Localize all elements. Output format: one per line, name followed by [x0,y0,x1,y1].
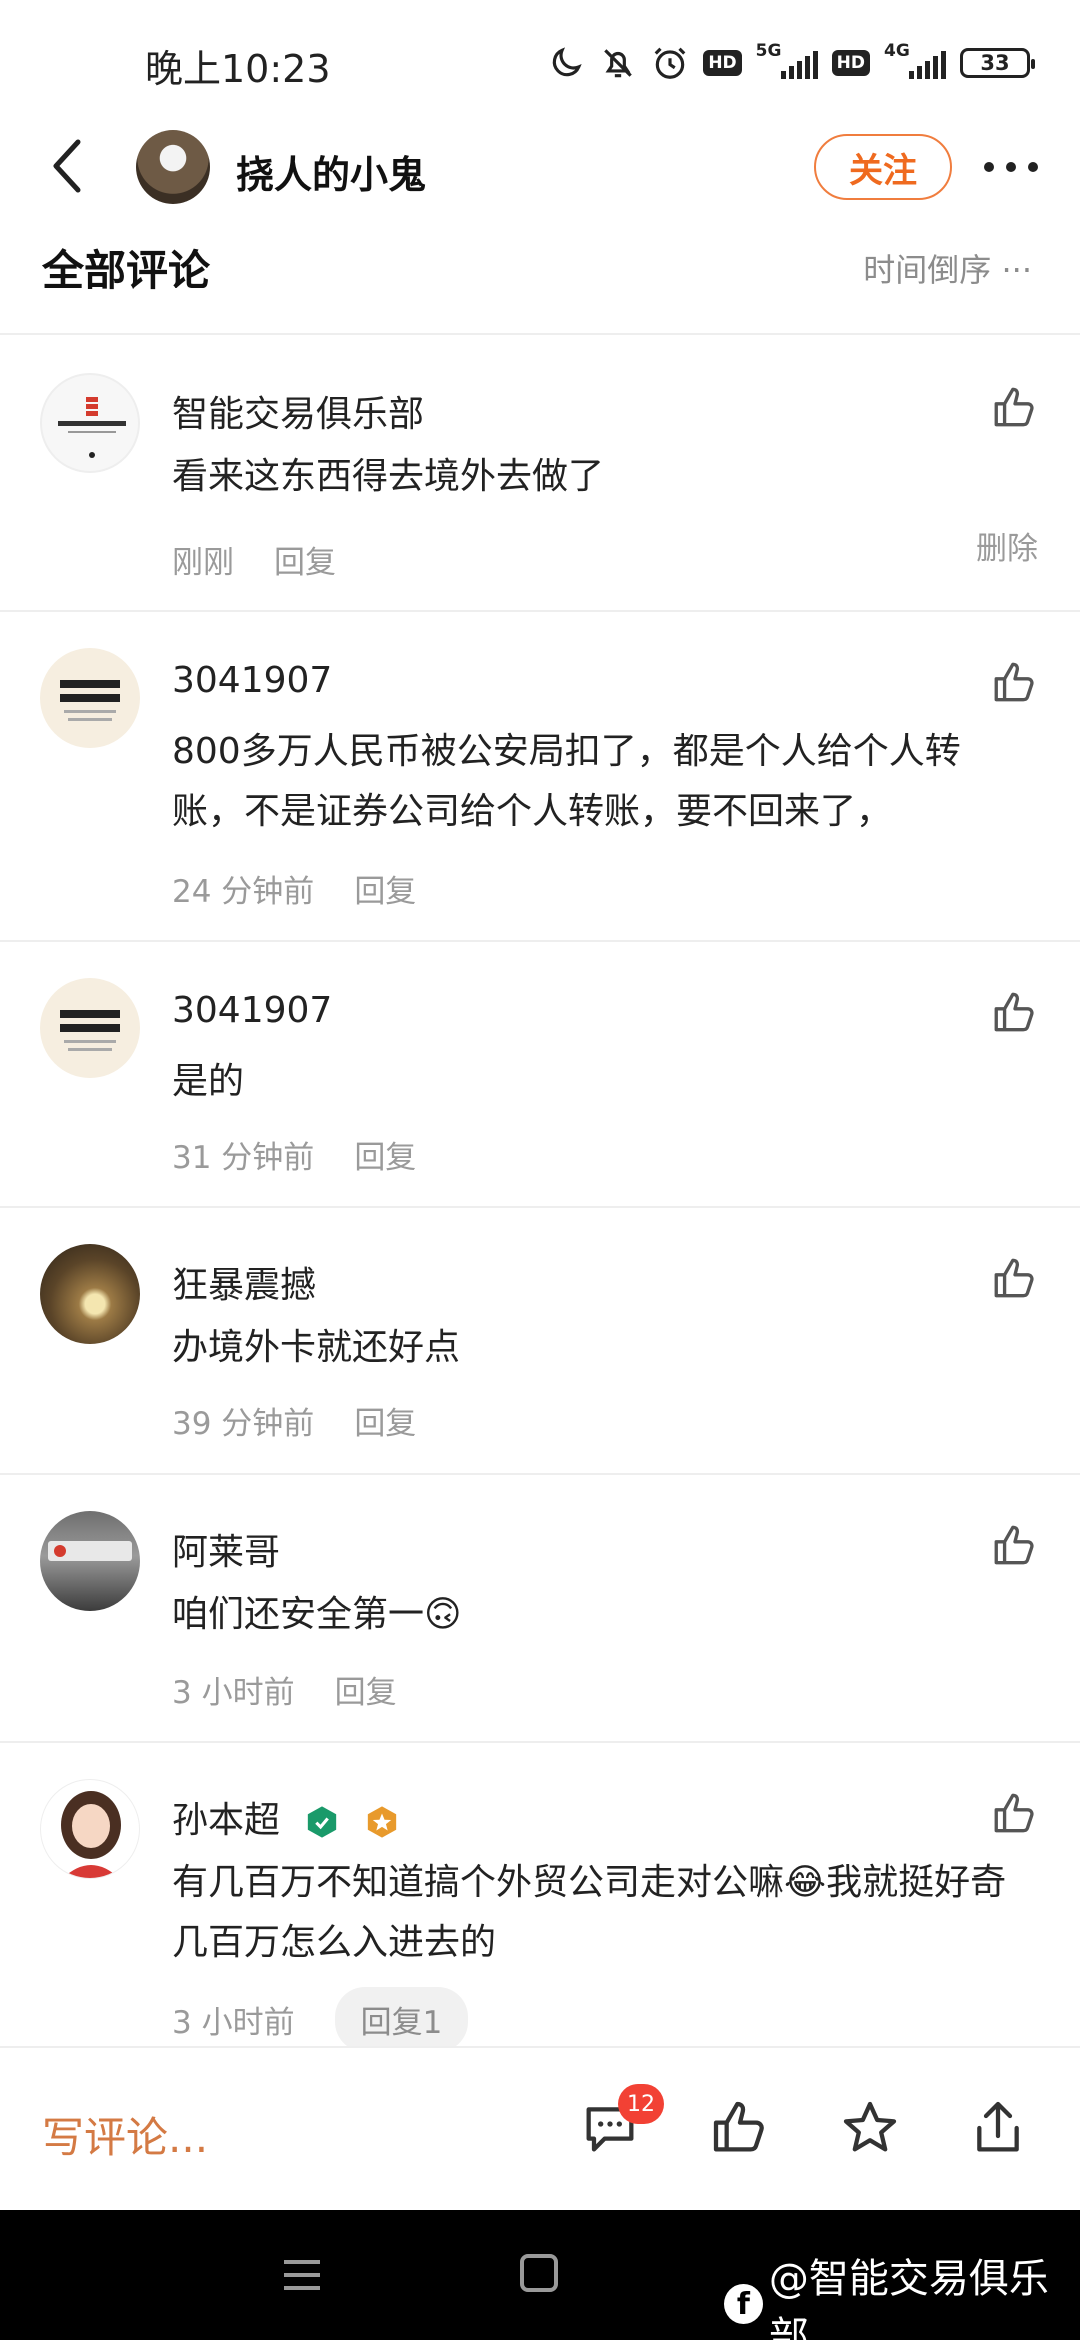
battery-icon: 33 [960,48,1035,78]
moon-icon [547,44,585,82]
comment-item: 智能交易俱乐部 看来这东西得去境外去做了 刚刚 回复 删除 [0,337,1080,612]
status-bar: 晚上10:23 HD 5G HD 4G 33 [0,0,1080,120]
comment-time: 31 分钟前 [172,1140,315,1176]
commenter-name[interactable]: 3041907 [172,660,332,701]
like-icon[interactable] [708,2096,772,2160]
level-badge-icon [367,1806,397,1838]
commenter-avatar[interactable] [40,1779,140,1879]
reply-button[interactable]: 回复 [335,1667,397,1712]
signal-5g-label: 5G [755,41,782,61]
watermark: f @智能交易俱乐部 [724,2246,1080,2340]
commenter-avatar[interactable] [40,648,140,748]
comment-text: 办境外卡就还好点 [172,1327,461,1368]
reply-button[interactable]: 回复 [354,1132,416,1177]
status-time: 晚上10:23 [145,47,331,91]
comment-item: 阿莱哥 咱们还安全第一🙃 3 小时前 回复 [0,1475,1080,1743]
signal-4g-icon: 4G [884,41,946,83]
comment-count-badge: 12 [618,2084,664,2124]
comment-text: 咱们还安全第一🙃 [172,1594,462,1635]
more-options-button[interactable] [978,144,1044,190]
comment-meta: 31 分钟前 回复 [172,1132,416,1177]
reply-count-button[interactable]: 回复1 [334,1987,469,2052]
bottom-action-bar: 写评论... 12 [0,2046,1080,2210]
status-icons: HD 5G HD 4G 33 [547,40,1035,86]
write-comment-input[interactable]: 写评论... [42,2104,208,2165]
commenter-avatar[interactable] [40,373,140,473]
comment-time: 3 小时前 [172,2005,295,2041]
reply-button[interactable]: 回复 [354,1398,416,1443]
like-icon[interactable] [990,383,1040,433]
comments-header: 全部评论 时间倒序 ··· [0,225,1080,335]
commenter-name[interactable]: 阿莱哥 [172,1523,280,1575]
like-icon[interactable] [990,1254,1040,1304]
reply-button[interactable]: 回复 [354,866,416,911]
alarm-icon [651,44,689,82]
comment-item: 孙本超 有几百万不知道搞个外贸公司走对公嘛😂我就挺好奇几百万怎么入进去的 3 小… [0,1743,1080,2052]
commenter-avatar[interactable] [40,1511,140,1611]
commenter-name[interactable]: 狂暴震撼 [172,1256,316,1308]
hd-icon-2: HD [831,50,870,76]
signal-5g-icon: 5G [755,41,818,83]
menu-icon[interactable] [282,2256,322,2294]
bell-off-icon [599,44,637,82]
commenter-name[interactable]: 孙本超 [172,1791,399,1843]
comment-item: 3041907 800多万人民币被公安局扣了，都是个人给个人转账，不是证券公司给… [0,612,1080,942]
comment-list: 智能交易俱乐部 看来这东西得去境外去做了 刚刚 回复 删除 3041907 80… [0,337,1080,2052]
top-header: 挠人的小鬼 关注 [0,120,1080,215]
comment-meta: 3 小时前 回复 [172,1667,397,1712]
watermark-text: @智能交易俱乐部 [768,2256,1049,2340]
comment-text: 800多万人民币被公安局扣了，都是个人给个人转账，不是证券公司给个人转账，要不回… [172,731,961,832]
section-title: 全部评论 [42,246,211,295]
comment-meta: 24 分钟前 回复 [172,866,416,911]
signal-4g-label: 4G [884,41,910,61]
home-icon[interactable] [520,2254,558,2292]
author-avatar[interactable] [136,130,210,204]
verified-badge-icon [308,1806,337,1838]
comment-time: 刚刚 [172,545,234,581]
star-icon[interactable] [838,2096,902,2160]
commenter-name[interactable]: 3041907 [172,990,332,1031]
comment-item: 3041907 是的 31 分钟前 回复 [0,942,1080,1208]
like-icon[interactable] [990,1521,1040,1571]
back-arrow-icon [53,139,81,193]
system-nav-bar: f @智能交易俱乐部 [0,2210,1080,2340]
follow-button[interactable]: 关注 [814,134,952,200]
share-icon[interactable] [966,2096,1030,2160]
like-icon[interactable] [990,1789,1040,1839]
reply-button[interactable]: 回复 [274,537,336,582]
comment-text: 是的 [172,1061,245,1102]
like-icon[interactable] [990,658,1040,708]
comment-meta: 刚刚 回复 [172,537,336,582]
commenter-avatar[interactable] [40,1244,140,1344]
commenter-name[interactable]: 智能交易俱乐部 [172,385,424,437]
comment-meta: 39 分钟前 回复 [172,1398,416,1443]
hd-icon: HD [703,50,742,76]
like-icon[interactable] [990,988,1040,1038]
comment-item: 狂暴震撼 办境外卡就还好点 39 分钟前 回复 [0,1208,1080,1475]
comment-text: 看来这东西得去境外去做了 [172,456,605,497]
facebook-icon: f [724,2284,763,2324]
comment-text: 有几百万不知道搞个外贸公司走对公嘛😂我就挺好奇几百万怎么入进去的 [172,1862,1007,1963]
delete-button[interactable]: 删除 [976,523,1038,568]
comment-time: 24 分钟前 [172,874,315,910]
comment-time: 3 小时前 [172,1675,295,1711]
commenter-name-text: 孙本超 [172,1800,281,1841]
sort-button[interactable]: 时间倒序 ··· [863,245,1032,291]
commenter-avatar[interactable] [40,978,140,1078]
comment-time: 39 分钟前 [172,1406,315,1442]
back-button[interactable] [40,130,100,200]
battery-level: 33 [980,51,1010,75]
comment-meta: 3 小时前 回复1 [172,1987,469,2052]
author-name[interactable]: 挠人的小鬼 [236,144,426,199]
